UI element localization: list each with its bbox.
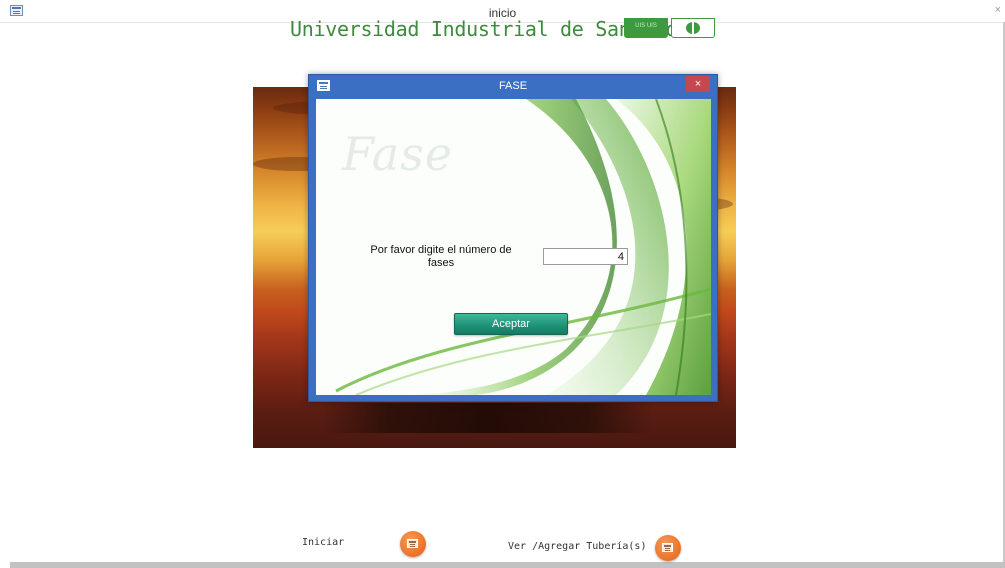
leaf-logo (671, 18, 715, 38)
form-icon (407, 539, 418, 548)
uis-logo: UIS UIS (624, 18, 668, 38)
prompt-label: Por favor digite el número de fases (370, 244, 512, 269)
fases-input[interactable] (543, 248, 628, 265)
fase-dialog: FASE × Fase Por favor digite el número d… (308, 74, 718, 402)
fase-watermark: Fase (342, 127, 454, 181)
dialog-close-button[interactable]: × (686, 76, 710, 92)
iniciar-label: Iniciar (302, 537, 345, 548)
ship-silhouette (323, 403, 653, 433)
dialog-titlebar[interactable]: FASE × (309, 75, 717, 97)
uis-logo-text: UIS UIS (635, 23, 657, 29)
close-icon[interactable]: × (995, 4, 1001, 16)
leaf-icon (686, 22, 700, 34)
form-icon (662, 543, 673, 552)
horizontal-scrollbar[interactable] (10, 562, 1005, 568)
dialog-content: Fase Por favor digite el número de fases… (316, 99, 711, 395)
ver-agregar-label: Ver /Agregar Tubería(s) (508, 541, 647, 552)
ver-agregar-button[interactable] (655, 535, 681, 561)
iniciar-button[interactable] (400, 531, 426, 557)
dialog-title: FASE (498, 80, 528, 92)
accept-button[interactable]: Aceptar (454, 313, 568, 335)
